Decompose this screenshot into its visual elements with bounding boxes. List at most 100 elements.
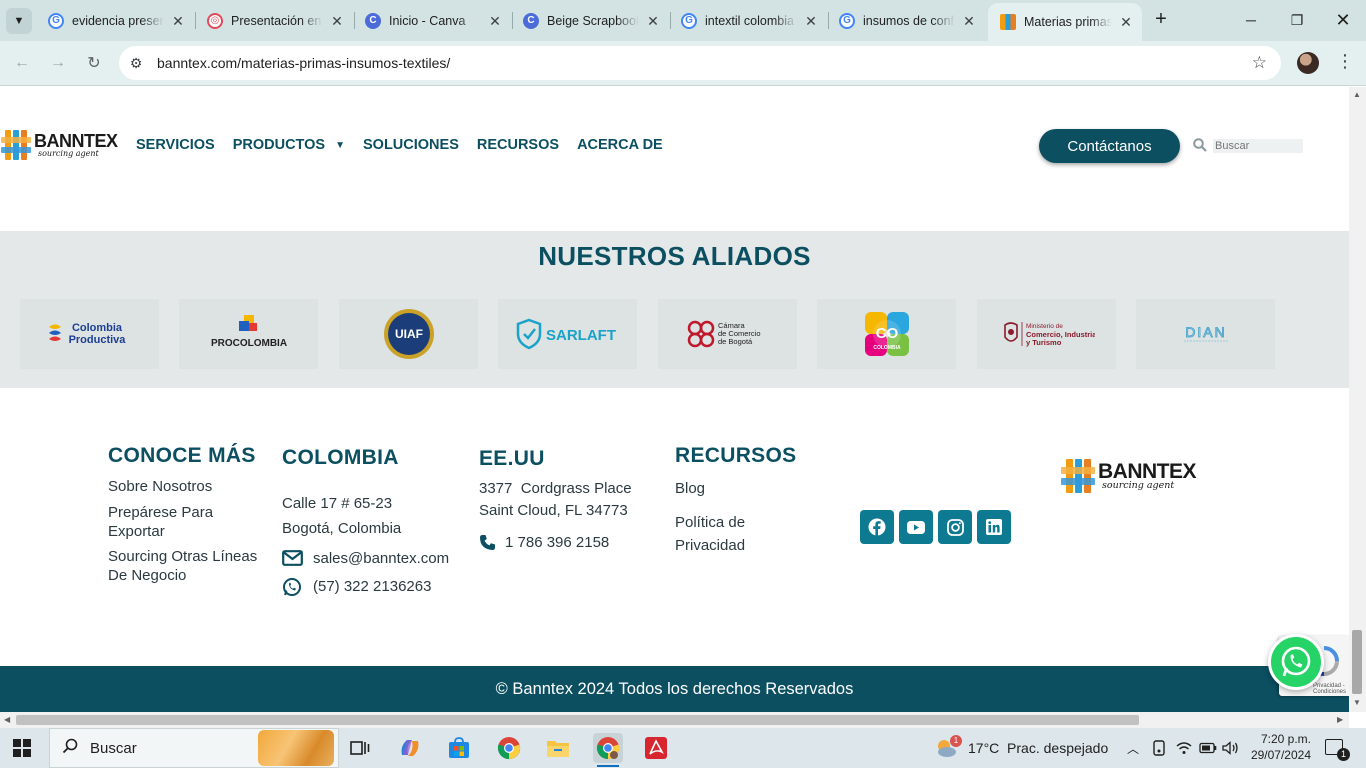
microsoft-store-icon[interactable] [444, 733, 474, 763]
ally-co-colombia[interactable]: CO COLOMBIA [817, 299, 956, 369]
tab-4[interactable]: C Beige Scrapbook ✕ [511, 6, 669, 35]
nav-productos[interactable]: PRODUCTOS ▼ [233, 137, 345, 153]
contact-button[interactable]: Contáctanos [1039, 129, 1180, 163]
close-tab-icon[interactable]: ✕ [170, 13, 186, 29]
scroll-up-icon[interactable]: ▲ [1353, 90, 1361, 99]
system-clock[interactable]: 7:20 p.m. 29/07/2024 [1243, 731, 1311, 763]
nav-acerca-de[interactable]: ACERCA DE [577, 137, 663, 153]
close-window-icon[interactable]: ✕ [1320, 0, 1366, 40]
linkedin-icon[interactable] [977, 510, 1011, 544]
footer: CONOCE MÁS Sobre Nosotros Prepárese Para… [0, 388, 1349, 666]
horizontal-scrollbar[interactable]: ◀ ▶ [0, 712, 1349, 728]
chrome-profile-icon[interactable] [593, 733, 623, 767]
facebook-icon[interactable] [860, 510, 894, 544]
tab-search-button[interactable]: ▼ [6, 8, 32, 34]
file-explorer-icon[interactable] [543, 733, 573, 763]
tab-active[interactable]: Materias primas ✕ [988, 3, 1142, 41]
scroll-right-icon[interactable]: ▶ [1337, 715, 1343, 724]
whatsapp-link[interactable]: (57) 322 2136263 [313, 577, 431, 596]
ally-colombia-productiva[interactable]: Colombia Productiva [20, 299, 159, 369]
bookmark-star-icon[interactable]: ☆ [1252, 53, 1267, 73]
acrobat-icon[interactable] [641, 733, 671, 763]
close-tab-icon[interactable]: ✕ [645, 13, 661, 29]
search-icon[interactable] [1193, 137, 1213, 155]
ally-mincomercio[interactable]: Ministerio de Comercio, Industria y Turi… [977, 299, 1116, 369]
svg-text:SARLAFT: SARLAFT [546, 327, 616, 344]
close-tab-icon[interactable]: ✕ [329, 13, 345, 29]
reload-icon[interactable]: ↻ [81, 50, 107, 76]
tab-2[interactable]: ◎ Presentación en ✕ [195, 6, 353, 35]
email-link[interactable]: sales@banntex.com [313, 549, 449, 568]
ally-procolombia[interactable]: PROCOLOMBIA [179, 299, 318, 369]
tab-title: Beige Scrapbook [547, 13, 639, 28]
task-view-icon[interactable] [345, 733, 375, 763]
scroll-thumb[interactable] [16, 715, 1139, 725]
tab-5[interactable]: G intextil colombia ✕ [669, 6, 827, 35]
minimize-icon[interactable]: ─ [1228, 0, 1274, 40]
close-tab-icon[interactable]: ✕ [1118, 14, 1134, 30]
close-tab-icon[interactable]: ✕ [961, 13, 977, 29]
recaptcha-terms[interactable]: Privacidad - Condiciones [1313, 683, 1349, 695]
tab-6[interactable]: G insumos de conf ✕ [827, 6, 985, 35]
whatsapp-float-button[interactable] [1268, 634, 1324, 690]
co-colombia-logo: CO COLOMBIA [864, 312, 909, 356]
nav-soluciones[interactable]: SOLUCIONES [363, 137, 459, 153]
tab-3[interactable]: C Inicio - Canva ✕ [353, 6, 511, 35]
footer-banntex-logo[interactable]: BANNTEX sourcing agent [1061, 459, 1197, 493]
back-icon[interactable]: ← [9, 50, 35, 76]
browser-menu-icon[interactable]: ⋮ [1336, 51, 1354, 72]
youtube-icon[interactable] [899, 510, 933, 544]
instagram-icon[interactable] [938, 510, 972, 544]
svg-text:DIAN: DIAN [1185, 324, 1226, 340]
weather-text: 17°C Prac. despejado [968, 740, 1109, 756]
restore-icon[interactable]: ❐ [1274, 0, 1320, 40]
tab-1[interactable]: G evidencia presen ✕ [36, 6, 194, 35]
tab-title: Presentación en [231, 13, 322, 28]
nav-servicios[interactable]: SERVICIOS [136, 137, 215, 153]
ally-dian[interactable]: DIAN [1136, 299, 1275, 369]
link-sourcing-otras-lineas[interactable]: Sourcing Otras Líneas De Negocio [108, 547, 278, 585]
site-settings-icon[interactable]: ⚙ [119, 55, 153, 72]
colombia-address-line2: Bogotá, Colombia [282, 520, 402, 537]
weather-widget[interactable]: 1 17°C Prac. despejado [934, 728, 1108, 768]
phone-icon [479, 534, 496, 556]
colombia-address-line1: Calle 17 # 65-23 [282, 495, 393, 512]
nav-recursos[interactable]: RECURSOS [477, 137, 559, 153]
link-blog[interactable]: Blog [675, 479, 705, 498]
footer-conoce-title: CONOCE MÁS [108, 444, 256, 467]
profile-avatar[interactable] [1297, 52, 1319, 74]
new-tab-icon[interactable]: + [1150, 9, 1172, 31]
wifi-icon[interactable] [1176, 728, 1192, 768]
windows-start-icon[interactable] [13, 739, 31, 757]
allies-title: NUESTROS ALIADOS [538, 241, 811, 271]
volume-icon[interactable] [1222, 728, 1239, 768]
link-preparese-exportar[interactable]: Prepárese Para Exportar [108, 503, 258, 541]
scroll-down-icon[interactable]: ▼ [1353, 698, 1361, 707]
chrome-icon[interactable] [494, 733, 524, 763]
battery-icon[interactable] [1199, 728, 1217, 768]
url-text[interactable]: banntex.com/materias-primas-insumos-text… [157, 55, 450, 71]
banntex-logo[interactable]: BANNTEX sourcing agent [1, 130, 118, 160]
close-tab-icon[interactable]: ✕ [803, 13, 819, 29]
ally-camara-comercio[interactable]: Cámara de Comercio de Bogotá [658, 299, 797, 369]
tray-overflow-icon[interactable]: ︿ [1127, 728, 1139, 768]
email-icon [282, 550, 303, 571]
scroll-left-icon[interactable]: ◀ [4, 715, 10, 724]
link-sobre-nosotros[interactable]: Sobre Nosotros [108, 477, 278, 496]
link-politica-privacidad[interactable]: Política de Privacidad [675, 511, 785, 557]
site-header: BANNTEX sourcing agent SERVICIOS PRODUCT… [0, 87, 1349, 231]
ally-uiaf[interactable]: UIAF [339, 299, 478, 369]
copilot-icon[interactable] [395, 733, 425, 763]
close-tab-icon[interactable]: ✕ [487, 13, 503, 29]
forward-icon[interactable]: → [45, 50, 71, 76]
device-icon[interactable] [1152, 728, 1166, 768]
camara-comercio-logo: Cámara de Comercio de Bogotá [687, 320, 760, 348]
phone-link[interactable]: 1 786 396 2158 [505, 533, 609, 552]
scroll-thumb[interactable] [1352, 630, 1362, 694]
address-bar[interactable]: ⚙ banntex.com/materias-primas-insumos-te… [119, 46, 1281, 80]
svg-text:UIAF: UIAF [395, 327, 423, 341]
search-input[interactable] [1213, 139, 1303, 153]
ally-sarlaft[interactable]: SARLAFT [498, 299, 637, 369]
vertical-scrollbar[interactable]: ▲ ▼ [1349, 87, 1366, 712]
notification-center-icon[interactable]: 1 [1325, 739, 1350, 761]
